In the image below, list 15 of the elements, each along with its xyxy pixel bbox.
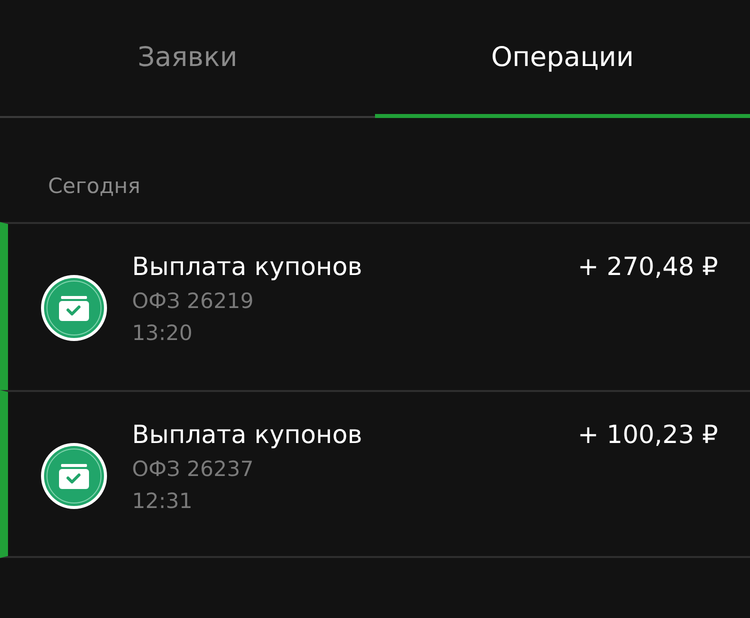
- section-title: Сегодня: [47, 173, 142, 200]
- operation-row[interactable]: Выплата купонов ОФЗ 26219 13:20 + 270,48 ₽: [0, 222, 750, 390]
- security-name: ОФЗ 26237: [132, 457, 255, 481]
- operation-row[interactable]: Выплата купонов ОФЗ 26237 12:31 + 100,23 ₽: [0, 390, 750, 558]
- operation-amount: + 100,23 ₽: [578, 420, 718, 449]
- wallet-check-icon: [40, 274, 108, 342]
- security-name: ОФЗ 26219: [132, 289, 255, 313]
- tab[interactable]: Операции: [375, 0, 750, 118]
- tab[interactable]: Заявки: [0, 0, 375, 118]
- operation-amount: + 270,48 ₽: [578, 252, 718, 281]
- operation-title: Выплата купонов: [132, 420, 364, 449]
- operation-title: Выплата купонов: [132, 252, 364, 281]
- wallet-check-icon: [40, 442, 108, 510]
- operation-time: 13:20: [132, 321, 194, 345]
- operation-time: 12:31: [132, 489, 194, 513]
